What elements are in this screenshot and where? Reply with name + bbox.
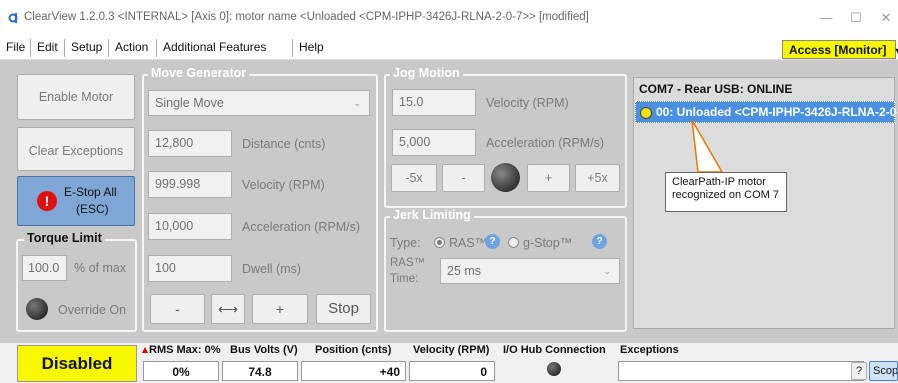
maximize-button[interactable]: ☐	[846, 8, 866, 28]
jog-velocity-input[interactable]: 15.0	[392, 89, 476, 116]
jerk-type-label: Type:	[390, 236, 421, 250]
marker-icon	[142, 347, 148, 353]
window-title: ClearView 1.2.0.3 <INTERNAL> [Axis 0]: m…	[24, 11, 589, 23]
exceptions-label: Exceptions	[620, 344, 679, 356]
minimize-button[interactable]: —	[816, 8, 836, 28]
move-mode-select[interactable]: Single Move ⌄	[148, 90, 370, 116]
dwell-label: Dwell (ms)	[242, 262, 302, 276]
jog-acceleration-input[interactable]: 5,000	[392, 129, 476, 156]
scope-button[interactable]: Scope	[869, 361, 898, 381]
bus-volts-value: 74.8	[222, 361, 298, 381]
torque-limit-unit: % of max	[74, 261, 127, 275]
rms-value: 0%	[143, 361, 219, 381]
stop-button[interactable]: Stop	[316, 294, 371, 324]
com-port-header[interactable]: COM7 - Rear USB: ONLINE	[639, 82, 792, 96]
ras-time-select[interactable]: 25 ms ⌄	[440, 258, 620, 284]
velocity-status-label: Velocity (RPM)	[413, 344, 490, 356]
double-arrow-icon: ⟷	[217, 301, 239, 317]
position-value: +40	[301, 361, 406, 381]
io-hub-label: I/O Hub Connection	[503, 344, 606, 356]
override-indicator-icon	[26, 298, 48, 320]
menu-edit[interactable]: Edit	[37, 40, 58, 54]
estop-label: E-Stop All	[64, 185, 117, 199]
ras-time-label-suffix: Time:	[390, 273, 419, 285]
motor-status-icon	[640, 107, 652, 119]
move-positive-button[interactable]: +	[252, 294, 308, 324]
menu-setup[interactable]: Setup	[71, 40, 102, 54]
motor-tree-item[interactable]: 00: Unloaded <CPM-IPHP-3426J-RLNA-2-0-7>	[635, 101, 898, 123]
estop-all-button[interactable]: ! E-Stop All (ESC)	[17, 176, 135, 226]
acceleration-label: Acceleration (RPM/s)	[242, 220, 361, 234]
exceptions-help-button[interactable]: ?	[851, 362, 867, 380]
ras-time-label: RAS™	[390, 257, 426, 269]
chevron-down-icon: ⌄	[353, 98, 361, 108]
jog-plus-5x-button[interactable]: +5x	[575, 164, 620, 192]
torque-limit-title: Torque Limit	[24, 231, 105, 245]
jog-minus-button[interactable]: -	[442, 164, 485, 192]
jog-plus-button[interactable]: +	[527, 164, 570, 192]
ras-radio[interactable]	[434, 237, 445, 248]
motor-state-indicator: Disabled	[17, 345, 137, 382]
distance-label: Distance (cnts)	[242, 137, 326, 151]
rms-label: RMS Max: 0%	[149, 344, 221, 356]
ras-help-icon[interactable]: ?	[485, 234, 500, 249]
override-label: Override On	[58, 303, 127, 317]
menu-divider	[64, 39, 65, 57]
distance-input[interactable]: 12,800	[148, 130, 232, 157]
ras-time-value: 25 ms	[447, 264, 482, 278]
callout-pointer	[691, 120, 724, 173]
exceptions-field	[618, 361, 864, 381]
menu-divider	[156, 39, 157, 57]
bus-volts-label: Bus Volts (V)	[230, 344, 298, 356]
menu-action[interactable]: Action	[115, 40, 148, 54]
access-level-label: Access [Monitor]	[789, 43, 887, 57]
ras-label: RAS™	[449, 236, 488, 250]
gstop-label: g-Stop™	[523, 236, 573, 250]
jog-minus-5x-button[interactable]: -5x	[391, 164, 437, 192]
menu-help[interactable]: Help	[299, 40, 324, 54]
move-generator-title: Move Generator	[148, 66, 250, 80]
gstop-help-icon[interactable]: ?	[592, 234, 607, 249]
estop-shortcut: (ESC)	[76, 202, 109, 216]
gstop-radio[interactable]	[508, 237, 519, 248]
acceleration-input[interactable]: 10,000	[148, 213, 232, 240]
menu-additional-features[interactable]: Additional Features	[163, 40, 266, 54]
clear-exceptions-button[interactable]: Clear Exceptions	[17, 127, 135, 171]
jog-acceleration-label: Acceleration (RPM/s)	[486, 136, 605, 150]
move-mode-value: Single Move	[155, 96, 224, 110]
close-button[interactable]: ✕	[876, 8, 896, 28]
torque-limit-input[interactable]: 100.0	[22, 255, 67, 281]
move-both-button[interactable]: ⟷	[211, 294, 245, 324]
velocity-input[interactable]: 999.998	[148, 171, 232, 198]
menu-divider	[292, 39, 293, 57]
app-icon	[8, 11, 22, 25]
callout-text-line2: recognized on COM 7	[672, 189, 779, 201]
jog-motion-title: Jog Motion	[390, 66, 463, 80]
velocity-status-value: 0	[409, 361, 495, 381]
jerk-limiting-title: Jerk Limiting	[390, 208, 474, 222]
enable-motor-button[interactable]: Enable Motor	[17, 74, 135, 120]
io-hub-indicator-icon	[547, 362, 561, 376]
chevron-down-icon: ⌄	[603, 266, 611, 276]
menu-bar: File Edit Setup Action Additional Featur…	[0, 36, 898, 60]
position-label: Position (cnts)	[315, 344, 392, 356]
jog-status-indicator-icon	[491, 163, 520, 192]
access-level-button[interactable]: Access [Monitor] ▾	[782, 40, 898, 59]
callout-text-line1: ClearPath-IP motor	[672, 176, 766, 188]
menu-divider	[108, 39, 109, 57]
dwell-input[interactable]: 100	[148, 255, 232, 282]
move-negative-button[interactable]: -	[150, 294, 205, 324]
menu-divider	[30, 39, 31, 57]
jog-velocity-label: Velocity (RPM)	[486, 96, 569, 110]
velocity-label: Velocity (RPM)	[242, 178, 325, 192]
menu-file[interactable]: File	[6, 40, 25, 54]
stop-alert-icon: !	[37, 191, 57, 211]
callout-note: ClearPath-IP motor recognized on COM 7	[665, 172, 787, 212]
